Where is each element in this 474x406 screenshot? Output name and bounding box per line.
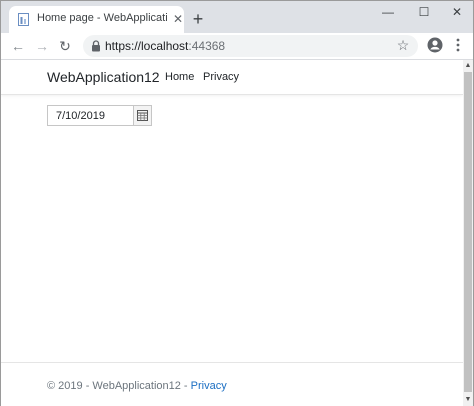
forward-arrow-icon[interactable]: → bbox=[33, 37, 51, 55]
url-text: https://localhost:44368 bbox=[105, 39, 226, 53]
address-bar[interactable]: https://localhost:44368 ☆ bbox=[83, 35, 418, 57]
nav-link-privacy[interactable]: Privacy bbox=[203, 71, 239, 83]
footer-privacy-link[interactable]: Privacy bbox=[191, 380, 227, 392]
close-window-icon[interactable]: ✕ bbox=[445, 3, 469, 21]
vertical-scrollbar[interactable]: ▲ ▼ bbox=[463, 60, 473, 406]
date-picker-input[interactable]: 7/10/2019 bbox=[47, 105, 152, 126]
close-tab-icon[interactable]: ✕ bbox=[171, 12, 185, 26]
footer-copyright: © 2019 - WebApplication12 - Privacy bbox=[47, 380, 227, 392]
scroll-down-arrow-icon[interactable]: ▼ bbox=[464, 396, 472, 404]
site-navbar: WebApplication12 Home Privacy bbox=[1, 60, 463, 95]
profile-avatar-icon[interactable] bbox=[427, 37, 443, 53]
calendar-icon bbox=[137, 110, 148, 121]
back-arrow-icon[interactable]: ← bbox=[9, 37, 27, 55]
site-brand[interactable]: WebApplication12 bbox=[47, 69, 160, 85]
scrollbar-thumb[interactable] bbox=[464, 72, 472, 392]
site-footer: © 2019 - WebApplication12 - Privacy bbox=[1, 362, 463, 406]
more-menu-icon[interactable] bbox=[455, 38, 461, 52]
browser-toolbar: ← → ↻ https://localhost:44368 ☆ bbox=[1, 33, 473, 60]
page-viewport: WebApplication12 Home Privacy 7/10/2019 … bbox=[1, 60, 463, 406]
star-icon[interactable]: ☆ bbox=[395, 37, 411, 53]
browser-window: Home page - WebApplication12... ✕ + — ☐ … bbox=[0, 0, 474, 406]
tab-home-page[interactable]: Home page - WebApplication12... ✕ bbox=[9, 6, 184, 33]
maximize-icon[interactable]: ☐ bbox=[412, 3, 436, 21]
document-icon bbox=[18, 13, 29, 26]
scroll-up-arrow-icon[interactable]: ▲ bbox=[464, 62, 472, 70]
reload-icon[interactable]: ↻ bbox=[56, 37, 74, 55]
nav-link-home[interactable]: Home bbox=[165, 71, 194, 83]
date-value: 7/10/2019 bbox=[56, 110, 105, 122]
tab-title: Home page - WebApplication12... bbox=[37, 12, 167, 24]
minimize-icon[interactable]: — bbox=[376, 3, 400, 21]
tab-strip: Home page - WebApplication12... ✕ + — ☐ … bbox=[1, 1, 473, 33]
lock-icon bbox=[92, 40, 100, 52]
calendar-button[interactable] bbox=[133, 105, 152, 126]
new-tab-button[interactable]: + bbox=[190, 10, 206, 28]
